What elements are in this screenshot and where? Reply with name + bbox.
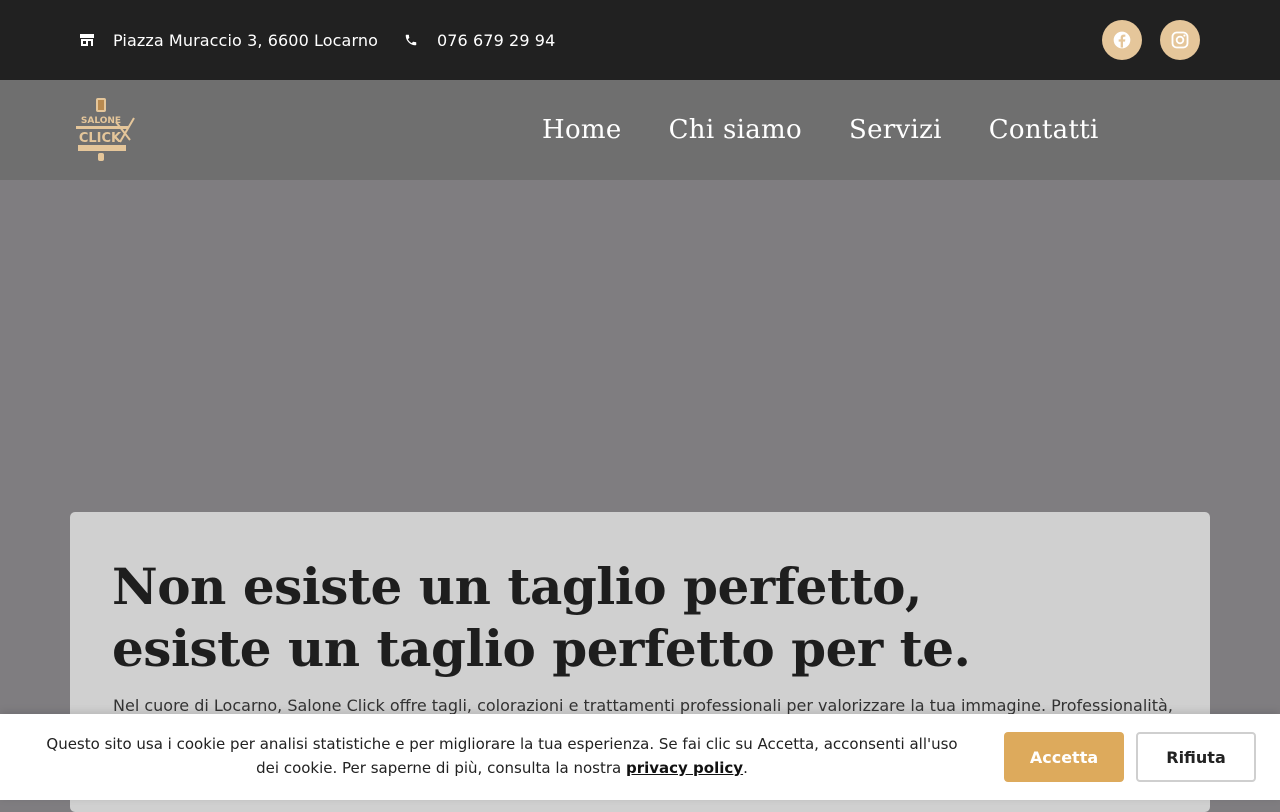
logo-text-top: SALONE xyxy=(81,116,121,126)
cookie-text-after: . xyxy=(743,759,748,777)
phone-info[interactable]: 076 679 29 94 xyxy=(404,0,555,80)
nav-chi-siamo[interactable]: Chi siamo xyxy=(669,115,802,145)
instagram-icon xyxy=(1171,31,1189,49)
logo-text-main: CLICK xyxy=(79,131,122,146)
facebook-button[interactable] xyxy=(1102,20,1142,60)
address-text: Piazza Muraccio 3, 6600 Locarno xyxy=(113,30,378,50)
cookie-message: Questo sito usa i cookie per analisi sta… xyxy=(40,732,964,780)
privacy-policy-link[interactable]: privacy policy xyxy=(626,759,743,777)
phone-icon xyxy=(405,34,417,46)
cookie-text-before: Questo sito usa i cookie per analisi sta… xyxy=(46,735,958,777)
reject-cookies-button[interactable]: Rifiuta xyxy=(1136,732,1256,782)
top-info-bar: Piazza Muraccio 3, 6600 Locarno 076 679 … xyxy=(0,0,1280,80)
main-nav: Home Chi siamo Servizi Contatti xyxy=(542,80,1146,180)
nav-servizi[interactable]: Servizi xyxy=(849,115,942,145)
instagram-button[interactable] xyxy=(1160,20,1200,60)
hero-title-line-2: esiste un taglio perfetto per te. xyxy=(112,619,971,678)
hero-title-line-1: Non esiste un taglio perfetto, xyxy=(112,557,922,616)
nav-contatti[interactable]: Contatti xyxy=(989,115,1099,145)
phone-text: 076 679 29 94 xyxy=(437,30,556,50)
facebook-icon xyxy=(1113,31,1131,49)
nav-home[interactable]: Home xyxy=(542,115,622,145)
salone-click-logo[interactable]: SALONE CLICK xyxy=(72,96,136,164)
accept-cookies-button[interactable]: Accetta xyxy=(1004,732,1124,782)
address-info[interactable]: Piazza Muraccio 3, 6600 Locarno xyxy=(80,0,378,80)
hero-title: Non esiste un taglio perfetto, esiste un… xyxy=(112,556,1162,680)
store-icon xyxy=(80,34,94,46)
